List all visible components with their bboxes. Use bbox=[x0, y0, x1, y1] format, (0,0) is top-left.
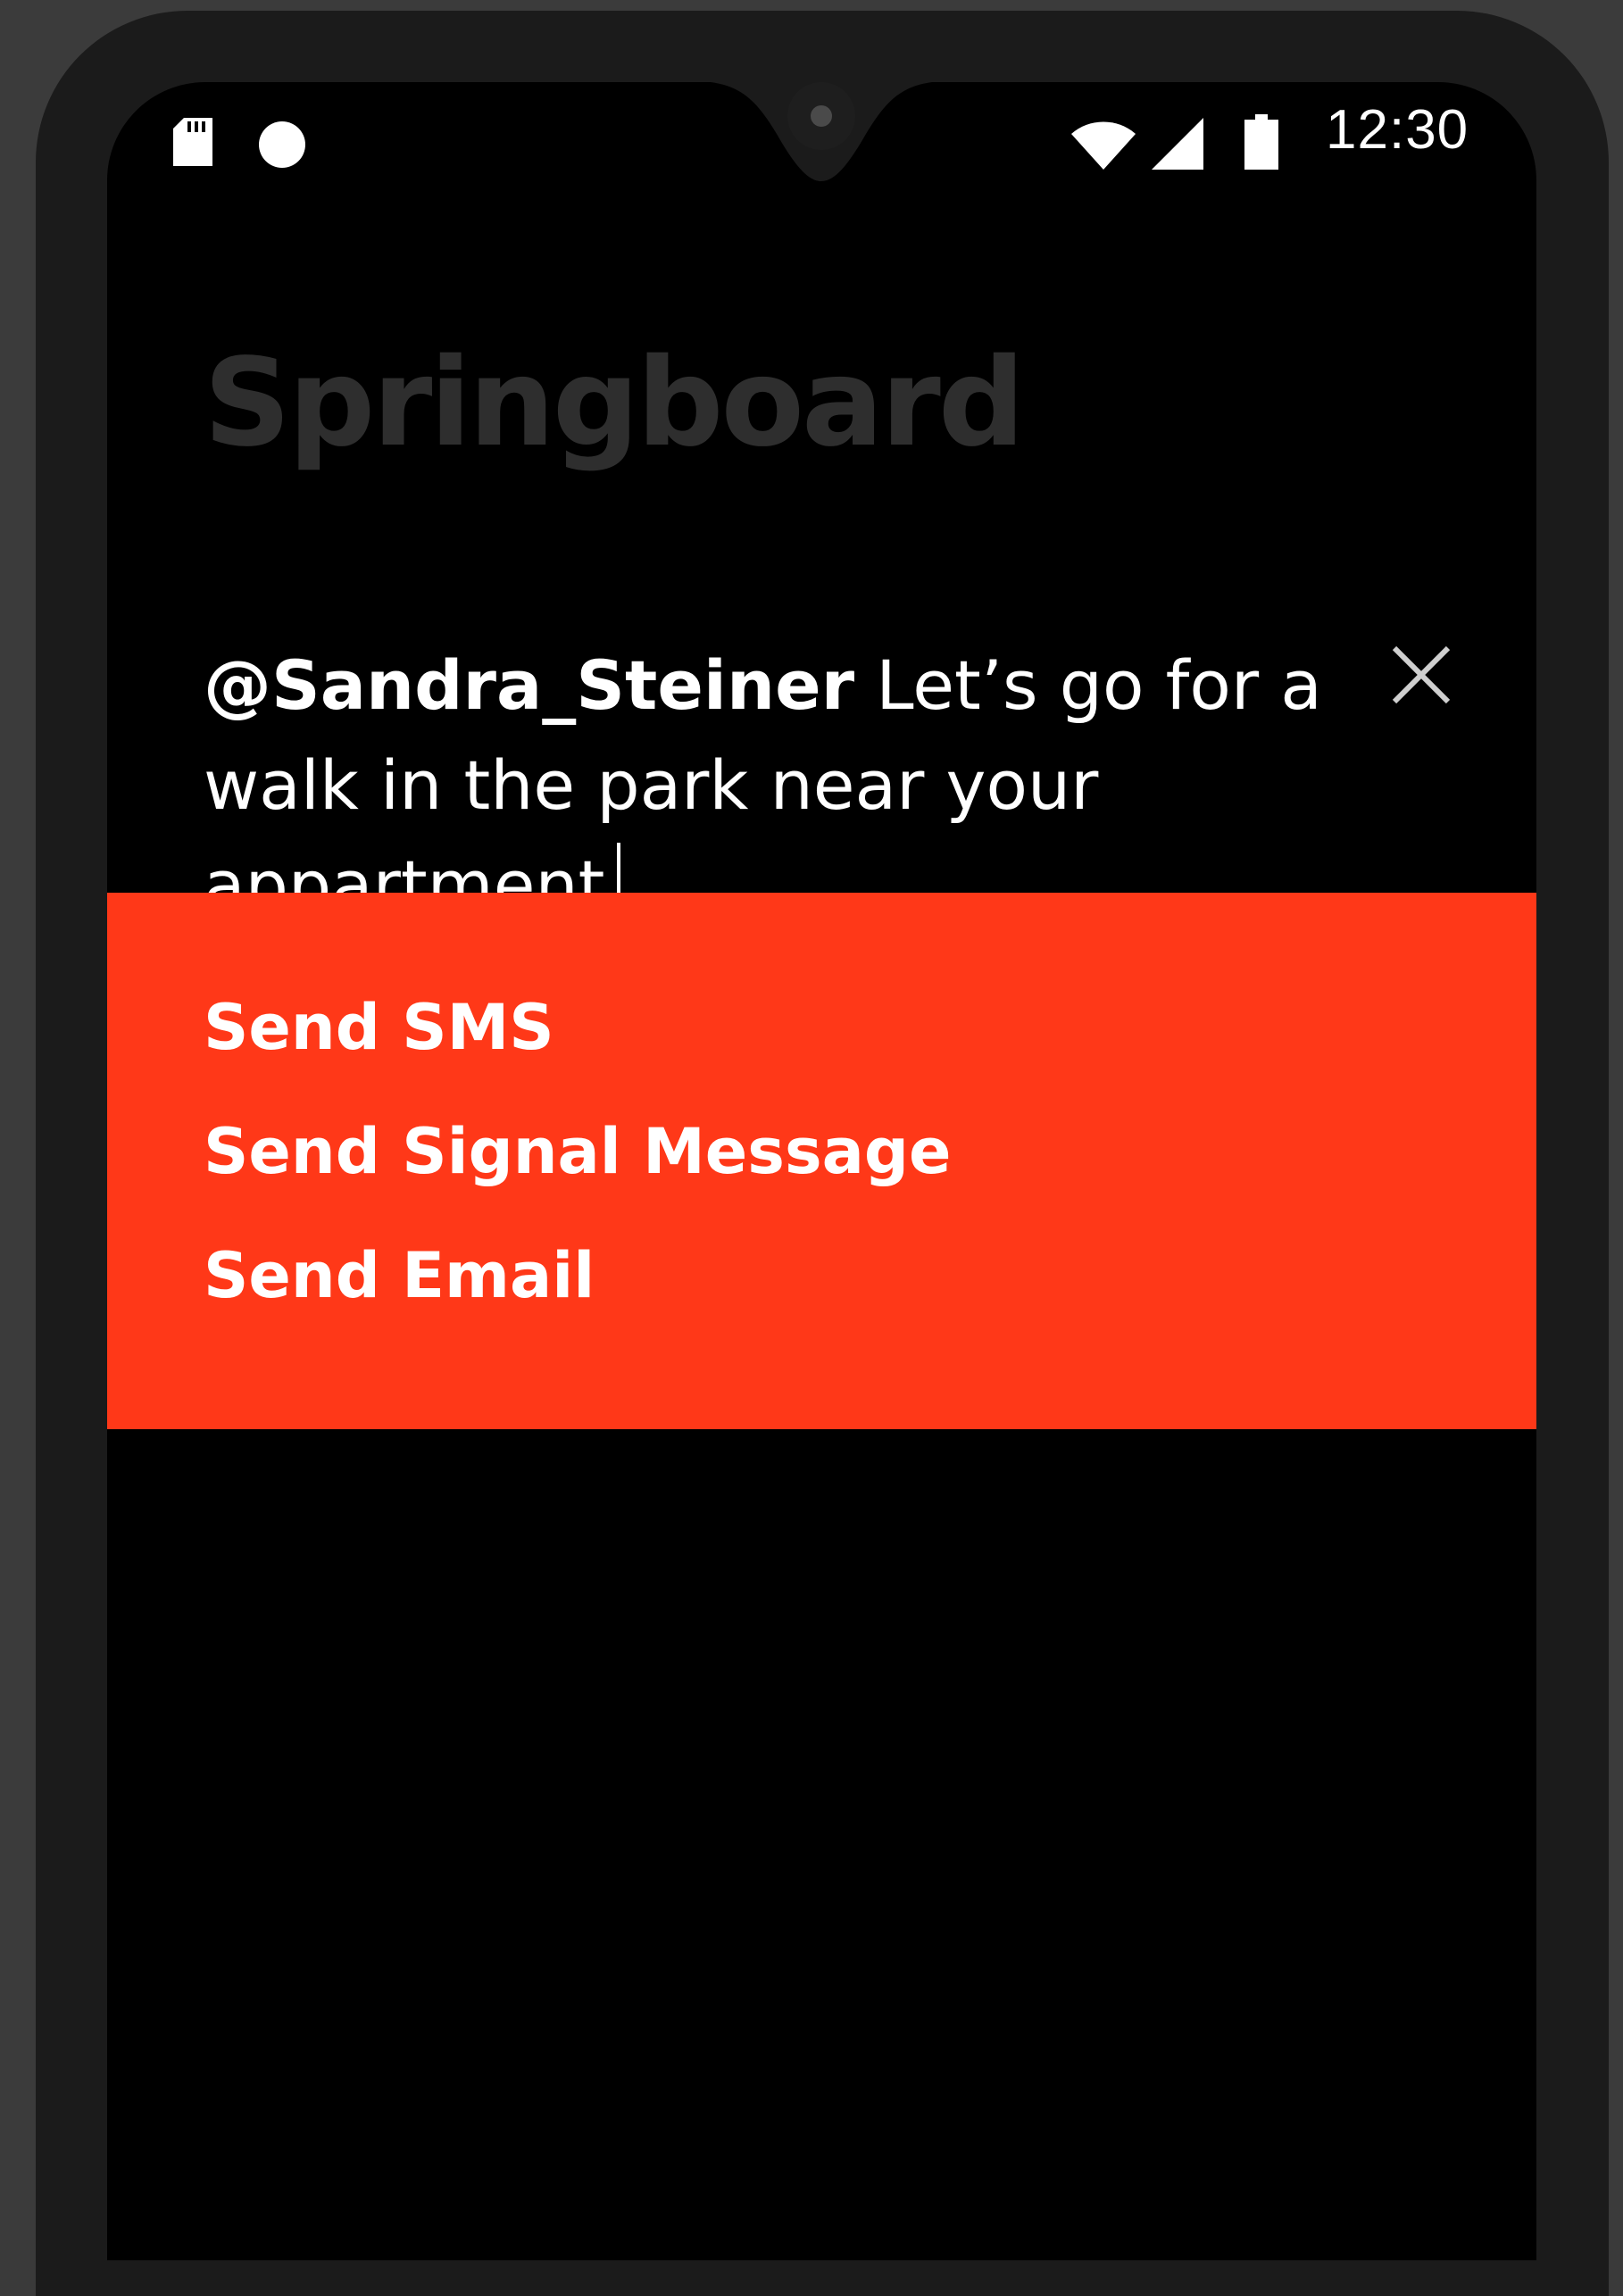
recipient-mention: @Sandra_Steiner bbox=[204, 645, 855, 725]
send-email-button[interactable]: Send Email bbox=[204, 1244, 595, 1307]
page-title: Springboard bbox=[204, 333, 1025, 474]
cell-signal-icon bbox=[1152, 118, 1203, 170]
close-icon[interactable] bbox=[1384, 637, 1459, 712]
phone-screen: 12:30 Springboard @Sandra_Steiner Let’s … bbox=[107, 82, 1536, 2260]
status-bar: 12:30 bbox=[107, 82, 1536, 189]
send-actions-panel: Send SMS Send Signal Message Send Email bbox=[107, 893, 1536, 1429]
status-time: 12:30 bbox=[1326, 99, 1469, 161]
message-input[interactable]: @Sandra_Steiner Let’s go for a walk in t… bbox=[204, 636, 1328, 936]
send-signal-message-button[interactable]: Send Signal Message bbox=[204, 1120, 951, 1183]
wifi-icon bbox=[1071, 121, 1136, 170]
notification-dot-icon bbox=[259, 121, 305, 168]
send-sms-button[interactable]: Send SMS bbox=[204, 996, 554, 1059]
sd-card-icon bbox=[173, 118, 212, 166]
battery-icon bbox=[1244, 114, 1278, 170]
